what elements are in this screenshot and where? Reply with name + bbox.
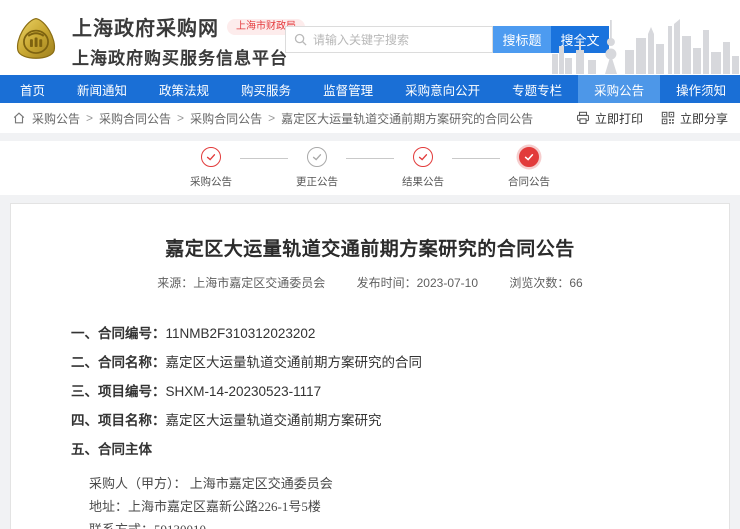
step-label: 采购公告 (190, 174, 232, 189)
field-label: 四、项目名称： (71, 413, 166, 428)
breadcrumb-item-3[interactable]: 采购合同公告 (190, 110, 262, 127)
home-icon (12, 111, 26, 125)
nav-item-news[interactable]: 新闻通知 (61, 75, 143, 103)
nav-item-policies[interactable]: 政策法规 (143, 75, 225, 103)
main-nav: 首页 新闻通知 政策法规 购买服务 监督管理 采购意向公开 专题专栏 采购公告 … (0, 75, 740, 103)
site-logo-link[interactable]: 上海政府采购网 上海市财政局 上海政府购买服务信息平台 (10, 12, 305, 69)
field-value: 嘉定区大运量轨道交通前期方案研究 (166, 413, 382, 428)
share-label: 立即分享 (680, 110, 728, 127)
nav-item-supervision[interactable]: 监督管理 (307, 75, 389, 103)
check-circle-icon (307, 147, 327, 167)
site-logo-icon (10, 16, 62, 66)
check-circle-icon (519, 147, 539, 167)
section-divider (0, 133, 740, 141)
city-skyline-graphic (550, 16, 740, 74)
step-connector (452, 158, 500, 159)
site-subtitle: 上海政府购买服务信息平台 (72, 44, 305, 69)
field-label: 五、合同主体 (71, 442, 152, 457)
contract-name-row: 二、合同名称：嘉定区大运量轨道交通前期方案研究的合同 (71, 356, 729, 370)
check-circle-icon (413, 147, 433, 167)
contract-parties-details: 采购人（甲方）： 上海市嘉定区交通委员会 地址：上海市嘉定区嘉新公路226-1号… (71, 472, 729, 529)
contact-row: 联系方式：59130010 (89, 518, 729, 529)
check-circle-icon (201, 147, 221, 167)
breadcrumb-separator: > (268, 111, 275, 125)
breadcrumb-current: 嘉定区大运量轨道交通前期方案研究的合同公告 (281, 110, 533, 127)
nav-item-home[interactable]: 首页 (4, 75, 61, 103)
contract-parties-heading: 五、合同主体 (71, 443, 729, 457)
breadcrumb-separator: > (177, 111, 184, 125)
printer-icon (576, 111, 590, 125)
meta-source: 来源：上海市嘉定区交通委员会 (157, 276, 325, 290)
project-name-row: 四、项目名称：嘉定区大运量轨道交通前期方案研究 (71, 414, 729, 428)
nav-item-procurement-intent[interactable]: 采购意向公开 (389, 75, 496, 103)
step-contract-notice: 合同公告 (500, 147, 558, 189)
top-header: 上海政府采购网 上海市财政局 上海政府购买服务信息平台 搜标题 搜全文 (0, 0, 740, 75)
breadcrumb-separator: > (86, 111, 93, 125)
breadcrumb-item-1[interactable]: 采购公告 (32, 110, 80, 127)
step-connector (240, 158, 288, 159)
step-label: 更正公告 (296, 174, 338, 189)
step-procurement-notice: 采购公告 (182, 147, 240, 189)
breadcrumb: 采购公告 > 采购合同公告 > 采购合同公告 > 嘉定区大运量轨道交通前期方案研… (0, 103, 740, 133)
notice-content-card: 嘉定区大运量轨道交通前期方案研究的合同公告 来源：上海市嘉定区交通委员会 发布时… (10, 203, 730, 529)
step-result-notice: 结果公告 (394, 147, 452, 189)
purchaser-row: 采购人（甲方）： 上海市嘉定区交通委员会 (89, 472, 729, 495)
article-body: 一、合同编号：11NMB2F310312023202 二、合同名称：嘉定区大运量… (11, 327, 729, 529)
meta-views: 浏览次数：66 (509, 276, 582, 290)
nav-item-purchase-services[interactable]: 购买服务 (225, 75, 307, 103)
meta-publish-time: 发布时间：2023-07-10 (357, 276, 478, 290)
search-input[interactable] (313, 33, 484, 47)
field-value: SHXM-14-20230523-1117 (166, 384, 322, 399)
breadcrumb-item-2[interactable]: 采购合同公告 (99, 110, 171, 127)
search-title-button[interactable]: 搜标题 (493, 26, 551, 53)
search-icon (294, 33, 307, 46)
field-value: 嘉定区大运量轨道交通前期方案研究的合同 (166, 355, 423, 370)
project-number-row: 三、项目编号：SHXM-14-20230523-1117 (71, 385, 729, 399)
step-connector (346, 158, 394, 159)
field-value: 11NMB2F310312023202 (166, 326, 316, 341)
share-button[interactable]: 立即分享 (661, 110, 728, 127)
step-correction-notice: 更正公告 (288, 147, 346, 189)
field-label: 二、合同名称： (71, 355, 166, 370)
search-box (285, 26, 493, 53)
address-row: 地址：上海市嘉定区嘉新公路226-1号5楼 (89, 495, 729, 518)
nav-item-procurement-notices[interactable]: 采购公告 (578, 75, 660, 103)
print-label: 立即打印 (595, 110, 643, 127)
section-divider (0, 195, 740, 203)
page-actions: 立即打印 立即分享 (576, 110, 728, 127)
notice-progress-steps: 采购公告 更正公告 结果公告 合同公告 (0, 141, 740, 195)
field-label: 一、合同编号： (71, 326, 166, 341)
print-button[interactable]: 立即打印 (576, 110, 643, 127)
contract-number-row: 一、合同编号：11NMB2F310312023202 (71, 327, 729, 341)
page-title: 嘉定区大运量轨道交通前期方案研究的合同公告 (11, 234, 729, 261)
step-label: 结果公告 (402, 174, 444, 189)
article-meta: 来源：上海市嘉定区交通委员会 发布时间：2023-07-10 浏览次数：66 (11, 274, 729, 291)
qr-code-icon (661, 111, 675, 125)
step-label: 合同公告 (508, 174, 550, 189)
nav-item-instructions[interactable]: 操作须知 (660, 75, 740, 103)
field-label: 三、项目编号： (71, 384, 166, 399)
site-name: 上海政府采购网 (72, 12, 219, 41)
nav-item-special-topics[interactable]: 专题专栏 (496, 75, 578, 103)
